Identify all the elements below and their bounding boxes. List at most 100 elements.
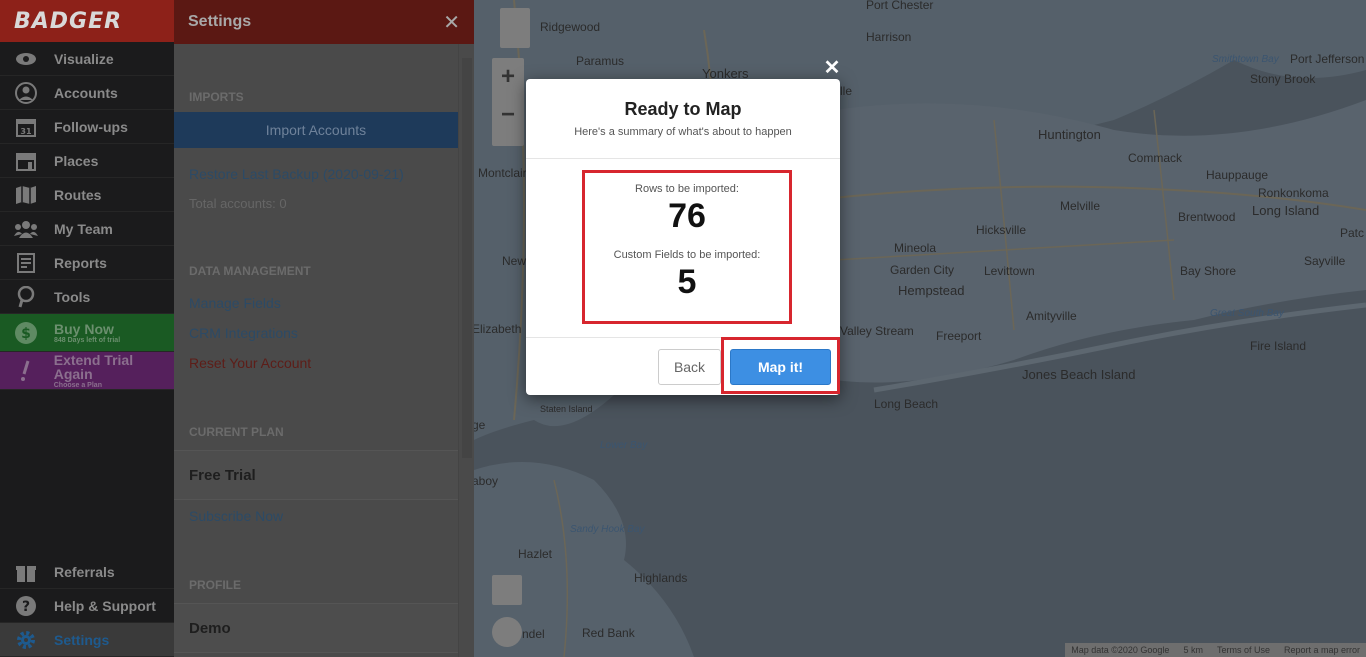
map-label: Patc xyxy=(1340,226,1365,240)
terms-link[interactable]: Terms of Use xyxy=(1217,645,1270,655)
badger-logo[interactable]: BADGER xyxy=(0,0,174,42)
back-button[interactable]: Back xyxy=(658,349,721,385)
nav-item-tools[interactable]: Tools xyxy=(0,280,174,314)
nav-item-referrals[interactable]: Referrals xyxy=(0,555,174,589)
map-label: Paramus xyxy=(576,54,625,68)
nav-label: My Team xyxy=(54,220,113,237)
nav-item-routes[interactable]: Routes xyxy=(0,178,174,212)
logo-text: BADGER xyxy=(14,8,123,34)
import-accounts-button[interactable]: Import Accounts xyxy=(174,112,458,148)
nav-item-places[interactable]: Places xyxy=(0,144,174,178)
subscribe-now-link[interactable]: Subscribe Now xyxy=(174,508,458,524)
map-label: Lower Bay xyxy=(600,440,648,451)
crm-integrations-link[interactable]: CRM Integrations xyxy=(174,325,458,341)
nav-label: Settings xyxy=(54,631,110,648)
nav-label: Visualize xyxy=(54,50,114,67)
person-icon xyxy=(14,81,38,105)
choose-plan-label: Choose a Plan xyxy=(53,381,102,389)
settings-body: IMPORTS Import Accounts Restore Last Bac… xyxy=(174,44,458,657)
nav-item-accounts[interactable]: Accounts xyxy=(0,76,174,110)
settings-header: Settings ✕ xyxy=(174,0,474,44)
nav-bottom: Referrals ? Help & Support Settings xyxy=(0,555,174,657)
map-label: Melville xyxy=(1060,199,1101,213)
nav-label: Referrals xyxy=(54,563,115,580)
route-map-icon xyxy=(14,183,38,207)
exclamation-icon xyxy=(14,359,38,383)
map-label: Garden City xyxy=(890,263,955,277)
map-label: Staten Island xyxy=(540,404,593,414)
close-icon[interactable]: ✕ xyxy=(443,10,460,35)
current-plan-label: CURRENT PLAN xyxy=(189,425,284,439)
extend-trial-button[interactable]: Extend Trial Again Choose a Plan xyxy=(0,352,174,390)
map-label: Port Chester xyxy=(866,0,934,12)
map-label: Brentwood xyxy=(1178,210,1236,224)
map-label: Elizabeth xyxy=(474,322,522,336)
nav-item-my-team[interactable]: My Team xyxy=(0,212,174,246)
compass-icon[interactable] xyxy=(492,617,522,647)
nav-item-settings[interactable]: Settings xyxy=(0,623,174,657)
custom-fields-label: Custom Fields to be imported: xyxy=(613,249,761,261)
map-label: Ridgewood xyxy=(540,20,601,34)
report-error-link[interactable]: Report a map error xyxy=(1284,645,1360,655)
nav-item-visualize[interactable]: Visualize xyxy=(0,42,174,76)
eye-icon xyxy=(14,47,38,71)
map-label: Mineola xyxy=(894,241,937,255)
nav-item-follow-ups[interactable]: 31 Follow-ups xyxy=(0,110,174,144)
restore-backup-link[interactable]: Restore Last Backup (2020-09-21) xyxy=(174,166,458,182)
map-it-button[interactable]: Map it! xyxy=(730,349,831,385)
plan-name: Free Trial xyxy=(174,450,458,500)
map-label: Hauppauge xyxy=(1206,168,1269,182)
map-label: Freeport xyxy=(936,329,982,343)
map-label: Amityville xyxy=(1026,309,1077,323)
scrollbar-thumb[interactable] xyxy=(462,58,472,458)
import-summary: Rows to be imported: 76 Custom Fields to… xyxy=(582,170,792,324)
profile-name: Demo xyxy=(174,603,458,653)
map-label: Highlands xyxy=(634,571,688,585)
buy-now-button[interactable]: $ Buy Now 848 Days left of trial xyxy=(0,314,174,352)
street-view-pegman-icon[interactable] xyxy=(500,8,530,48)
map-label: Sayville xyxy=(1304,254,1346,268)
zoom-in-icon[interactable]: + xyxy=(492,58,524,96)
map-label: Commack xyxy=(1128,151,1183,165)
trial-days-left: 848 Days left of trial xyxy=(54,336,121,344)
svg-text:$: $ xyxy=(21,326,31,342)
calendar-icon: 31 xyxy=(14,115,38,139)
reset-account-link[interactable]: Reset Your Account xyxy=(174,355,458,371)
manage-fields-link[interactable]: Manage Fields xyxy=(174,295,458,311)
store-icon xyxy=(14,149,38,173)
map-label: Stony Brook xyxy=(1250,72,1316,86)
ready-to-map-dialog: Ready to Map Here's a summary of what's … xyxy=(526,79,840,395)
map-label: Long Island xyxy=(1252,203,1320,218)
modal-header: Ready to Map Here's a summary of what's … xyxy=(526,79,840,159)
nav-item-help[interactable]: ? Help & Support xyxy=(0,589,174,623)
map-label: New xyxy=(502,254,527,268)
nav-label: Follow-ups xyxy=(54,118,128,135)
imports-label: IMPORTS xyxy=(189,90,244,104)
nav-label: Help & Support xyxy=(54,597,156,614)
nav-label: Reports xyxy=(54,254,107,271)
layers-icon[interactable] xyxy=(492,575,522,605)
map-attribution: Map data ©2020 Google 5 km Terms of Use … xyxy=(1065,643,1366,657)
nav-label: Places xyxy=(54,152,99,169)
map-label: Ronkonkoma xyxy=(1258,186,1329,200)
map-label: Levittown xyxy=(984,264,1035,278)
map-data-credit: Map data ©2020 Google xyxy=(1071,645,1170,655)
settings-scrollbar[interactable] xyxy=(458,44,474,657)
nav-item-reports[interactable]: Reports xyxy=(0,246,174,280)
map-label: Long Beach xyxy=(874,397,939,411)
modal-close-icon[interactable]: ✕ xyxy=(822,58,842,78)
map-label: Hempstead xyxy=(898,283,965,298)
custom-fields-count: 5 xyxy=(677,263,697,301)
help-icon: ? xyxy=(14,594,38,618)
rows-label: Rows to be imported: xyxy=(635,183,739,195)
map-label: Port Jefferson xyxy=(1290,52,1365,66)
map-label: Sandy Hook Bay xyxy=(570,524,645,535)
team-icon xyxy=(14,217,38,241)
map-label: Harrison xyxy=(866,30,912,44)
gift-icon xyxy=(14,560,38,584)
modal-title: Ready to Map xyxy=(624,99,742,119)
profile-label: PROFILE xyxy=(189,578,242,592)
data-management-label: DATA MANAGEMENT xyxy=(189,264,311,278)
zoom-control[interactable]: + − xyxy=(492,58,524,146)
zoom-out-icon[interactable]: − xyxy=(492,96,524,134)
